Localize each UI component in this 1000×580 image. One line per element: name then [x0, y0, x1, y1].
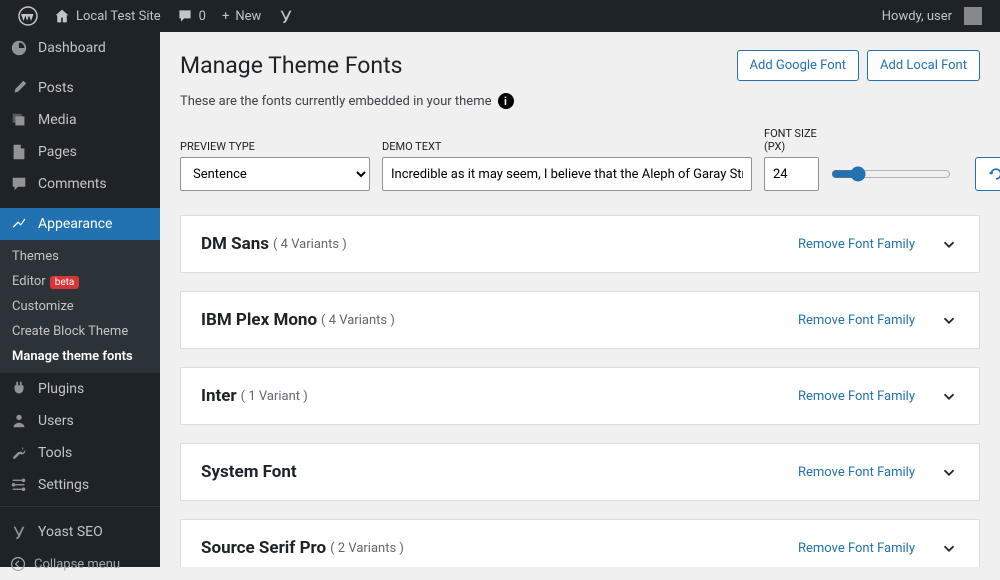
collapse-icon [10, 556, 26, 572]
add-google-font-button[interactable]: Add Google Font [737, 50, 860, 81]
font-card: IBM Plex Mono ( 4 Variants ) Remove Font … [180, 291, 980, 349]
tools-icon [10, 444, 30, 462]
sidebar-item-settings[interactable]: Settings [0, 469, 160, 501]
home-icon [54, 8, 70, 24]
plus-icon: + [222, 9, 229, 24]
collapse-menu-button[interactable]: Collapse menu [0, 548, 160, 580]
reset-button[interactable]: Reset [975, 157, 1000, 191]
font-variants: ( 4 Variants ) [273, 237, 347, 252]
yoast-sidebar-icon [10, 523, 30, 541]
media-icon [10, 111, 30, 129]
remove-font-link[interactable]: Remove Font Family [798, 465, 915, 480]
expand-font-button[interactable] [939, 538, 959, 558]
sidebar-item-comments[interactable]: Comments [0, 168, 160, 200]
yoast-icon [277, 7, 295, 25]
comments-link[interactable]: 0 [169, 0, 214, 32]
font-name: System Font [201, 462, 297, 482]
font-card: Inter ( 1 Variant ) Remove Font Family [180, 367, 980, 425]
font-name: IBM Plex Mono [201, 310, 317, 330]
expand-font-button[interactable] [939, 234, 959, 254]
page-title: Manage Theme Fonts [180, 52, 729, 79]
demo-text-label: DEMO TEXT [382, 140, 752, 153]
font-size-label: FONT SIZE (PX) [764, 127, 819, 153]
font-card: Source Serif Pro ( 2 Variants ) Remove Fo… [180, 519, 980, 567]
new-label: New [235, 9, 261, 24]
user-account-link[interactable]: Howdy, user [874, 0, 990, 32]
comments-icon [10, 175, 30, 193]
info-icon[interactable]: i [498, 93, 514, 109]
remove-font-link[interactable]: Remove Font Family [798, 541, 915, 556]
user-avatar [964, 7, 982, 25]
appearance-submenu: Themes Editorbeta Customize Create Block… [0, 240, 160, 373]
plugins-icon [10, 380, 30, 398]
appearance-icon [10, 215, 30, 233]
submenu-customize[interactable]: Customize [0, 294, 160, 319]
sidebar-item-dashboard[interactable]: Dashboard [0, 32, 160, 64]
font-size-input[interactable] [764, 157, 819, 191]
remove-font-link[interactable]: Remove Font Family [798, 389, 915, 404]
remove-font-link[interactable]: Remove Font Family [798, 313, 915, 328]
chevron-down-icon [940, 463, 958, 481]
sidebar-item-yoast[interactable]: Yoast SEO [0, 516, 160, 548]
font-name: Inter [201, 386, 237, 406]
site-home-link[interactable]: Local Test Site [46, 0, 169, 32]
remove-font-link[interactable]: Remove Font Family [798, 237, 915, 252]
user-greeting: Howdy, user [882, 9, 952, 24]
submenu-indicator [160, 222, 168, 238]
page-subtitle: These are the fonts currently embedded i… [180, 94, 492, 109]
preview-type-select[interactable]: Sentence [180, 157, 370, 191]
posts-icon [10, 79, 30, 97]
users-icon [10, 412, 30, 430]
font-name: Source Serif Pro [201, 538, 326, 558]
chevron-down-icon [940, 235, 958, 253]
font-card: DM Sans ( 4 Variants ) Remove Font Family [180, 215, 980, 273]
font-name: DM Sans [201, 234, 269, 254]
font-variants: ( 4 Variants ) [321, 313, 395, 328]
comments-count: 0 [199, 9, 206, 24]
sidebar-item-tools[interactable]: Tools [0, 437, 160, 469]
site-name: Local Test Site [76, 9, 161, 24]
preview-type-label: PREVIEW TYPE [180, 140, 370, 153]
submenu-create-block-theme[interactable]: Create Block Theme [0, 319, 160, 344]
comment-icon [177, 8, 193, 24]
wp-logo[interactable] [10, 0, 46, 32]
submenu-themes[interactable]: Themes [0, 244, 160, 269]
sidebar-item-pages[interactable]: Pages [0, 136, 160, 168]
dashboard-icon [10, 39, 30, 57]
yoast-toolbar[interactable] [269, 0, 303, 32]
submenu-manage-fonts[interactable]: Manage theme fonts [0, 344, 160, 369]
sidebar-item-appearance[interactable]: Appearance [0, 208, 160, 240]
sidebar-item-posts[interactable]: Posts [0, 72, 160, 104]
font-variants: ( 2 Variants ) [330, 541, 404, 556]
submenu-editor[interactable]: Editorbeta [0, 269, 160, 294]
expand-font-button[interactable] [939, 462, 959, 482]
beta-badge: beta [50, 276, 80, 289]
reset-icon [988, 166, 1000, 182]
expand-font-button[interactable] [939, 386, 959, 406]
main-content: Manage Theme Fonts Add Google Font Add L… [160, 32, 1000, 567]
settings-icon [10, 476, 30, 494]
new-content-link[interactable]: + New [214, 0, 269, 32]
add-local-font-button[interactable]: Add Local Font [867, 50, 980, 81]
demo-text-input[interactable] [382, 157, 752, 191]
chevron-down-icon [940, 311, 958, 329]
expand-font-button[interactable] [939, 310, 959, 330]
admin-sidebar: Dashboard Posts Media Pages Comments App… [0, 32, 160, 567]
sidebar-item-plugins[interactable]: Plugins [0, 373, 160, 405]
chevron-down-icon [940, 539, 958, 557]
chevron-down-icon [940, 387, 958, 405]
sidebar-item-users[interactable]: Users [0, 405, 160, 437]
sidebar-item-media[interactable]: Media [0, 104, 160, 136]
font-size-slider[interactable] [831, 166, 951, 182]
font-variants: ( 1 Variant ) [241, 389, 308, 404]
pages-icon [10, 143, 30, 161]
font-card: System Font Remove Font Family [180, 443, 980, 501]
